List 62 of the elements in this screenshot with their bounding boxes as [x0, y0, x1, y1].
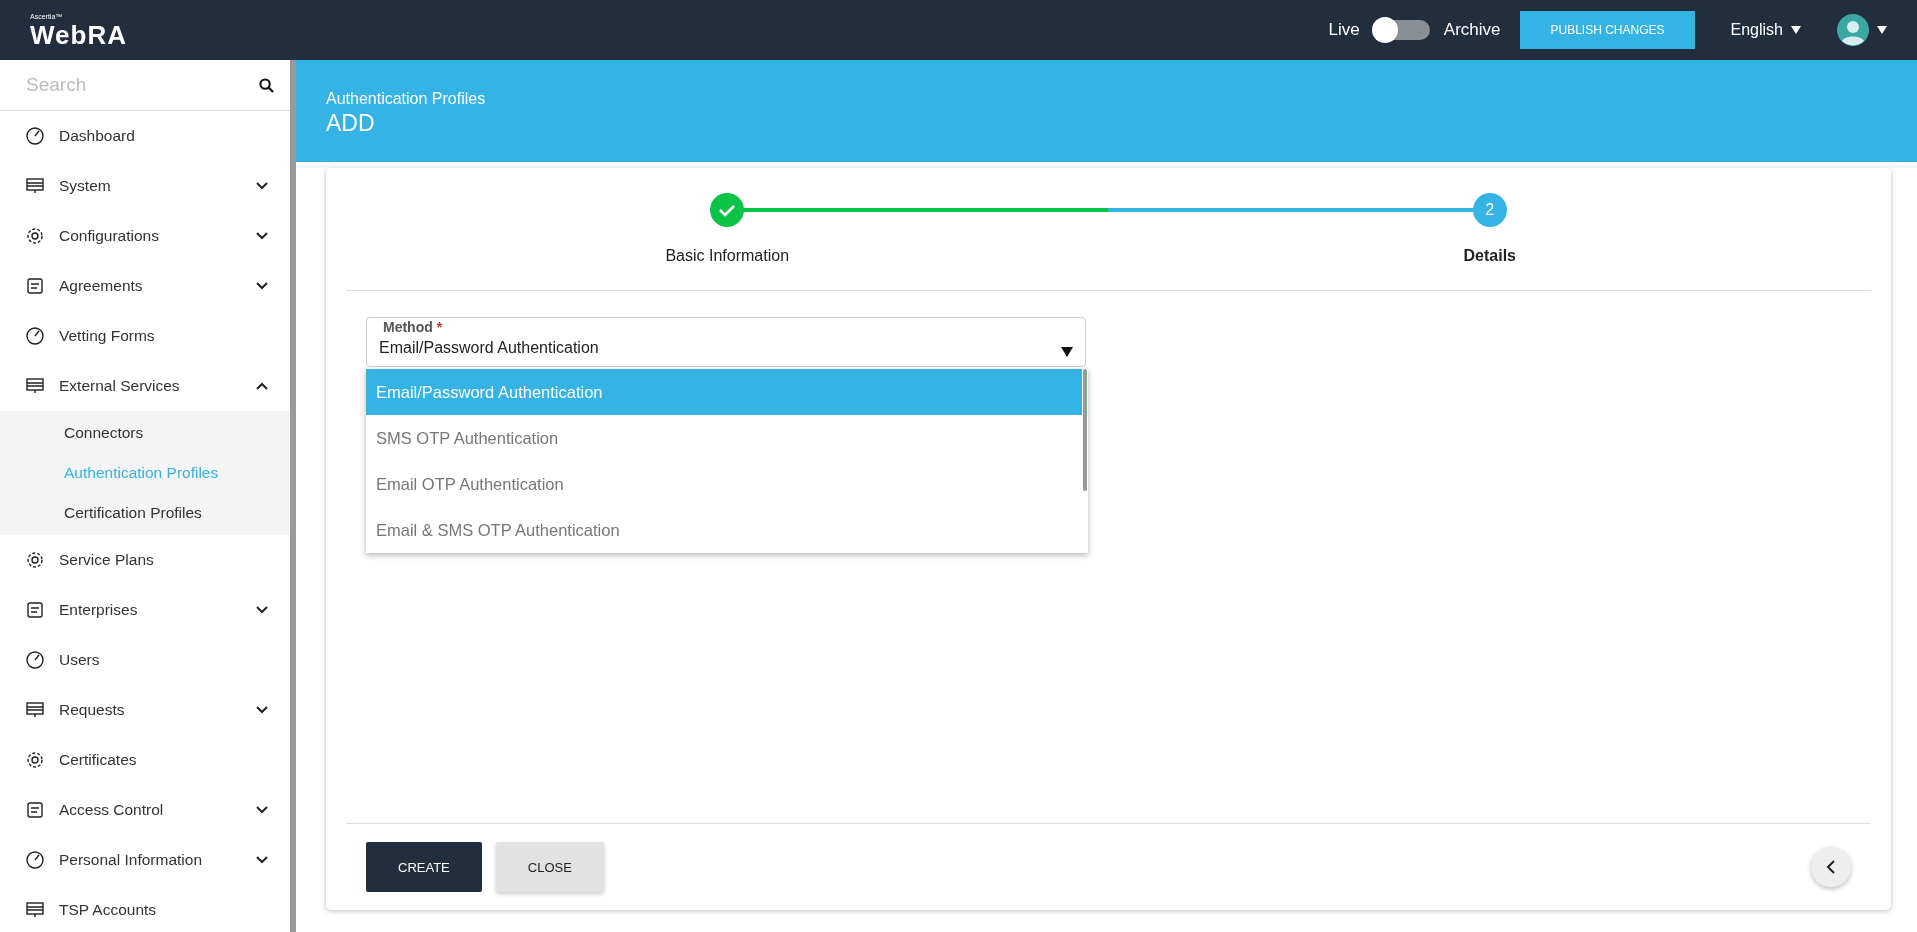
- search-icon[interactable]: [259, 77, 274, 93]
- sidebar-item[interactable]: Personal Information: [0, 835, 290, 885]
- step-label: Details: [1463, 247, 1516, 265]
- page-title: ADD: [326, 110, 376, 137]
- menu-icon: [25, 226, 45, 246]
- sidebar-item[interactable]: Configurations: [0, 211, 290, 261]
- sidebar-item[interactable]: Vetting Forms: [0, 311, 290, 361]
- menu-icon: [25, 126, 45, 146]
- chevron-down-icon[interactable]: [256, 606, 268, 614]
- menu-icon: [25, 600, 45, 620]
- step-number: 2: [1472, 193, 1507, 227]
- chevron-up-icon[interactable]: [256, 382, 268, 390]
- dropdown-option[interactable]: Email OTP Authentication: [366, 461, 1082, 507]
- menu-icon: [25, 276, 45, 296]
- sidebar-item[interactable]: Certificates: [0, 735, 290, 785]
- submenu-item[interactable]: Certification Profiles: [0, 493, 290, 533]
- method-select[interactable]: Method * Email/Password Authentication: [366, 317, 1086, 367]
- toggle-label: Live: [1328, 20, 1360, 40]
- chevron-down-icon[interactable]: [256, 856, 268, 864]
- language-dropdown[interactable]: English: [1724, 20, 1807, 40]
- dropdown-option[interactable]: Email & SMS OTP Authentication: [366, 507, 1082, 553]
- form-button[interactable]: CREATE: [366, 842, 482, 892]
- sidebar-item[interactable]: Requests: [0, 685, 290, 735]
- chevron-down-icon[interactable]: [256, 706, 268, 714]
- step-label: Basic Information: [665, 247, 790, 265]
- sidebar-item[interactable]: External Services: [0, 361, 290, 411]
- caret-icon[interactable]: [1877, 26, 1887, 34]
- collapse-button[interactable]: [1811, 847, 1851, 887]
- dropdown-option[interactable]: SMS OTP Authentication: [366, 415, 1082, 461]
- brand-logo: WebRA: [30, 21, 127, 48]
- submenu-item[interactable]: Connectors: [0, 413, 290, 453]
- menu-icon: [25, 800, 45, 820]
- caret-icon: [1791, 26, 1801, 34]
- sidebar-item[interactable]: Dashboard: [0, 111, 290, 161]
- menu-icon: [25, 700, 45, 720]
- sidebar-item[interactable]: Users: [0, 635, 290, 685]
- form-button[interactable]: CLOSE: [495, 842, 604, 892]
- menu-icon: [25, 550, 45, 570]
- sidebar-item[interactable]: Access Control: [0, 785, 290, 835]
- avatar-icon[interactable]: [1837, 14, 1869, 46]
- caret-icon: [1061, 347, 1073, 357]
- mode-switch[interactable]: [1373, 20, 1430, 40]
- sidebar-item[interactable]: Agreements: [0, 261, 290, 311]
- sidebar-item[interactable]: Service Plans: [0, 535, 290, 585]
- chevron-down-icon[interactable]: [256, 182, 268, 190]
- menu-icon: [25, 750, 45, 770]
- breadcrumb: Authentication Profiles: [326, 90, 487, 108]
- scrollbar[interactable]: [1083, 369, 1087, 491]
- menu-icon: [25, 176, 45, 196]
- chevron-down-icon[interactable]: [256, 282, 268, 290]
- menu-icon: [25, 650, 45, 670]
- menu-icon: [25, 900, 45, 920]
- sidebar-item[interactable]: TSP Accounts: [0, 885, 290, 932]
- chevron-down-icon[interactable]: [256, 232, 268, 240]
- menu-icon: [25, 376, 45, 396]
- chevron-left-icon: [1826, 860, 1836, 874]
- menu-icon: [25, 850, 45, 870]
- sidebar-item[interactable]: Enterprises: [0, 585, 290, 635]
- menu-icon: [25, 326, 45, 346]
- toggle-label: Archive: [1443, 20, 1501, 40]
- chevron-down-icon[interactable]: [256, 806, 268, 814]
- sidebar-item[interactable]: System: [0, 161, 290, 211]
